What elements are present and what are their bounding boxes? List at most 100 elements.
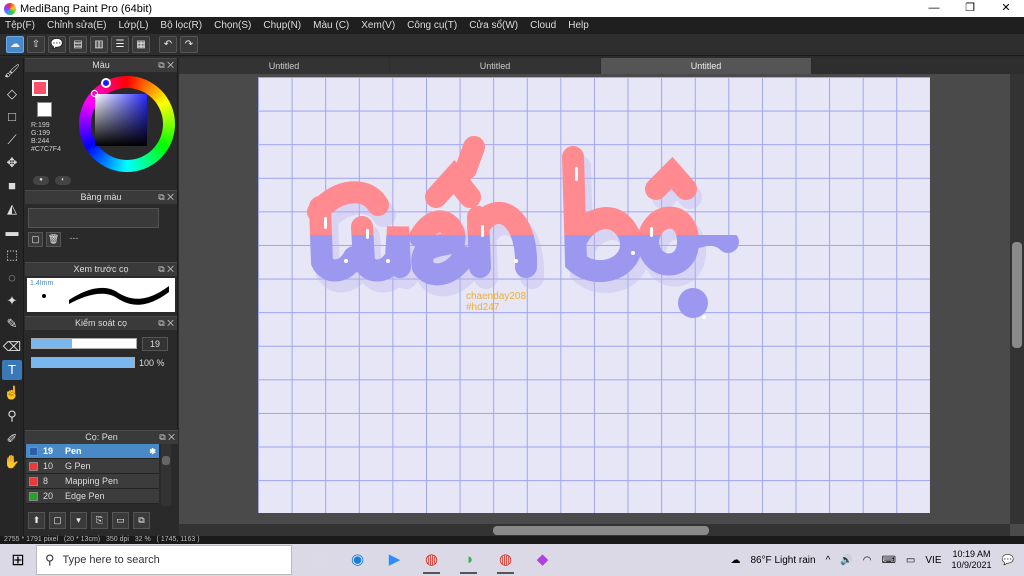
drawing-canvas[interactable]: chaenday208 #hd247 <box>258 77 930 513</box>
tab-untitled-3[interactable]: Untitled <box>601 58 811 74</box>
keyboard-icon[interactable]: ⌨ <box>881 555 895 566</box>
document-icon[interactable]: ▥ <box>90 36 108 53</box>
brush-size-value[interactable]: 19 <box>142 337 168 351</box>
windows-start-icon[interactable]: ⊞ <box>0 550 36 570</box>
select-rect-tool-icon[interactable]: ⬚ <box>2 245 22 265</box>
dropper-tool-icon[interactable]: ⚲ <box>2 406 22 426</box>
weather-icon[interactable]: ☁ <box>730 555 740 566</box>
medibang-taskbar-icon[interactable]: ◑ <box>450 545 487 575</box>
menu-select[interactable]: Chọn(S) <box>214 20 251 31</box>
text-tool-icon[interactable]: T <box>2 360 22 380</box>
select-eraser-tool-icon[interactable]: ⌫ <box>2 337 22 357</box>
weather-text[interactable]: 86°F Light rain <box>750 555 815 566</box>
brush-item-mapping-pen[interactable]: 8 Mapping Pen <box>26 474 159 489</box>
undo-button[interactable]: ↶ <box>159 36 177 53</box>
chrome-profile-icon[interactable]: ◍ <box>487 545 524 575</box>
color-mode-slider-button[interactable]: ◐ <box>55 176 71 185</box>
taskbar-search-box[interactable]: ⚲ Type here to search <box>36 545 292 575</box>
new-brush-icon[interactable]: ▢ <box>49 512 66 529</box>
gradient-tool-icon[interactable]: ▬ <box>2 222 22 242</box>
volume-icon[interactable]: 🔊 <box>840 555 852 566</box>
grid-icon[interactable]: ▦ <box>132 36 150 53</box>
delete-palette-icon[interactable]: 🗑 <box>46 232 61 247</box>
horizontal-scroll-thumb[interactable] <box>493 526 709 535</box>
saturation-value-square[interactable] <box>95 94 147 146</box>
hand-tool-icon[interactable]: ✋ <box>2 452 22 472</box>
foreground-color-swatch[interactable] <box>32 80 48 96</box>
palette-swatches-area[interactable] <box>28 208 159 228</box>
panel-close-icon[interactable]: ⧉ ✕ <box>159 431 175 444</box>
menu-snap[interactable]: Chụp(N) <box>263 20 301 31</box>
menu-color[interactable]: Màu (C) <box>313 20 349 31</box>
select-pen-tool-icon[interactable]: ✎ <box>2 314 22 334</box>
brush-tool-icon[interactable]: 🖌 <box>2 61 22 81</box>
panel-close-icon[interactable]: ⧉ ✕ <box>158 317 174 330</box>
magic-wand-tool-icon[interactable]: ✦ <box>2 291 22 311</box>
chrome-icon[interactable]: ◍ <box>413 545 450 575</box>
brush-settings-icon[interactable]: ⎘ <box>91 512 108 529</box>
menu-view[interactable]: Xem(V) <box>361 20 395 31</box>
brush-item-edge-pen[interactable]: 20 Edge Pen <box>26 489 159 504</box>
brush-item-pen[interactable]: 19 Pen ✱ <box>26 444 159 459</box>
panel-close-icon[interactable]: ⧉ ✕ <box>158 263 174 276</box>
move-tool-icon[interactable]: ✥ <box>2 153 22 173</box>
task-view-icon[interactable]: ⧉ <box>302 545 339 575</box>
menu-edit[interactable]: Chỉnh sửa(E) <box>47 20 107 31</box>
shape-tool-icon[interactable]: □ <box>2 107 22 127</box>
menu-file[interactable]: Tệp(F) <box>5 20 35 31</box>
vertical-scroll-thumb[interactable] <box>1012 242 1022 348</box>
canvas-horizontal-scrollbar[interactable] <box>179 524 1010 536</box>
menu-tools[interactable]: Công cụ(T) <box>407 20 457 31</box>
color-mode-wheel-button[interactable]: ● <box>33 176 49 185</box>
tab-untitled-1[interactable]: Untitled <box>179 58 389 74</box>
brush-gear-icon[interactable]: ✱ <box>149 447 156 456</box>
eyedropper-tool-icon[interactable]: ✐ <box>2 429 22 449</box>
operation-tool-icon[interactable]: ☝ <box>2 383 22 403</box>
cloud-icon[interactable]: ☁ <box>6 36 24 53</box>
panel-close-icon[interactable]: ⧉ ✕ <box>158 191 174 204</box>
eraser-tool-icon[interactable]: ◇ <box>2 84 22 104</box>
taskbar-clock[interactable]: 10:19 AM 10/9/2021 <box>952 549 992 571</box>
edge-browser-icon[interactable]: ◉ <box>339 545 376 575</box>
brush-menu-icon[interactable]: ▾ <box>70 512 87 529</box>
redo-button[interactable]: ↷ <box>180 36 198 53</box>
brush-list-scroll-thumb[interactable] <box>162 456 170 465</box>
panel-close-icon[interactable]: ⧉ ✕ <box>158 59 174 72</box>
canvas-vertical-scrollbar[interactable] <box>1010 74 1024 524</box>
brush-size-slider[interactable] <box>31 338 137 349</box>
menu-layer[interactable]: Lớp(L) <box>119 20 149 31</box>
paint-app-icon[interactable]: ◆ <box>524 545 561 575</box>
share-icon[interactable]: ⇧ <box>27 36 45 53</box>
hue-knob[interactable] <box>101 78 111 88</box>
bucket-tool-icon[interactable]: ◭ <box>2 199 22 219</box>
minimize-button[interactable]: — <box>916 0 952 17</box>
tab-untitled-2[interactable]: Untitled <box>390 58 600 74</box>
background-color-swatch[interactable] <box>37 102 52 117</box>
fill-rect-tool-icon[interactable]: ■ <box>2 176 22 196</box>
brush-opacity-slider[interactable] <box>31 357 135 368</box>
menu-cloud[interactable]: Cloud <box>530 20 556 31</box>
display-icon[interactable]: ▭ <box>906 555 915 566</box>
message-icon[interactable]: ▤ <box>69 36 87 53</box>
maximize-button[interactable]: ❐ <box>952 0 988 17</box>
sv-knob[interactable] <box>91 90 98 97</box>
close-button[interactable]: ✕ <box>988 0 1024 17</box>
notifications-icon[interactable]: 💬 <box>1002 555 1014 566</box>
menu-filter[interactable]: Bộ lọc(R) <box>160 20 202 31</box>
tray-chevron-icon[interactable]: ^ <box>826 555 831 566</box>
new-palette-icon[interactable]: ▢ <box>28 232 43 247</box>
menu-window[interactable]: Cửa sổ(W) <box>469 20 518 31</box>
language-indicator[interactable]: VIE <box>925 555 941 566</box>
line-tool-icon[interactable]: ⟋ <box>2 130 22 150</box>
add-brush-icon[interactable]: ⬆ <box>28 512 45 529</box>
brush-list-scrollbar[interactable] <box>161 444 171 506</box>
zoom-app-icon[interactable]: ▶ <box>376 545 413 575</box>
lasso-tool-icon[interactable]: ◌ <box>2 268 22 288</box>
list-icon[interactable]: ☰ <box>111 36 129 53</box>
comment-icon[interactable]: 💬 <box>48 36 66 53</box>
menu-help[interactable]: Help <box>568 20 589 31</box>
brush-copy-icon[interactable]: ⧉ <box>133 512 150 529</box>
brush-item-g-pen[interactable]: 10 G Pen <box>26 459 159 474</box>
network-icon[interactable]: ◠ <box>863 555 872 566</box>
brush-folder-icon[interactable]: ▭ <box>112 512 129 529</box>
